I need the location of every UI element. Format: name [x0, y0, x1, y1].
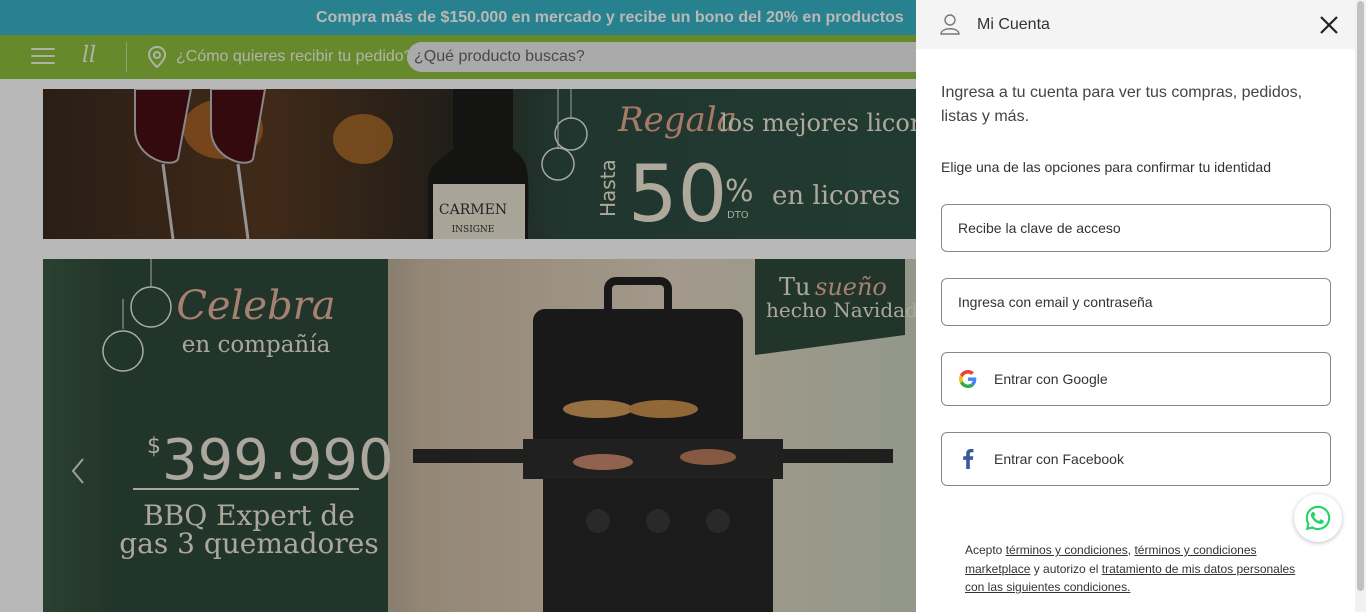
google-icon — [958, 369, 978, 389]
account-drawer: Mi Cuenta Ingresa a tu cuenta para ver t… — [916, 0, 1366, 612]
access-code-label: Recibe la clave de acceso — [958, 220, 1121, 236]
terms-link[interactable]: términos y condiciones — [1006, 543, 1128, 557]
whatsapp-icon — [1305, 505, 1331, 531]
drawer-header: Mi Cuenta — [916, 0, 1366, 49]
email-password-label: Ingresa con email y contraseña — [958, 294, 1153, 310]
legal-prefix: Acepto — [965, 543, 1006, 557]
user-icon — [940, 14, 960, 35]
facebook-login-button[interactable]: Entrar con Facebook — [941, 432, 1331, 486]
intro-text: Ingresa a tu cuenta para ver tus compras… — [941, 84, 1303, 125]
legal-consent-text: Acepto términos y condiciones, términos … — [965, 541, 1315, 597]
access-code-button[interactable]: Recibe la clave de acceso — [941, 204, 1331, 252]
facebook-icon — [958, 449, 978, 469]
close-icon[interactable] — [1316, 12, 1342, 38]
scrollbar[interactable] — [1355, 0, 1366, 612]
drawer-title: Mi Cuenta — [977, 16, 1050, 33]
whatsapp-button[interactable] — [1294, 494, 1342, 542]
email-password-button[interactable]: Ingresa con email y contraseña — [941, 278, 1331, 326]
identity-subtitle: Elige una de las opciones para confirmar… — [941, 159, 1271, 175]
modal-backdrop[interactable] — [0, 0, 916, 612]
facebook-login-label: Entrar con Facebook — [994, 451, 1124, 467]
legal-middle: y autorizo el — [1030, 561, 1102, 576]
google-login-button[interactable]: Entrar con Google — [941, 352, 1331, 406]
google-login-label: Entrar con Google — [994, 371, 1108, 387]
scrollbar-thumb[interactable] — [1357, 1, 1364, 591]
